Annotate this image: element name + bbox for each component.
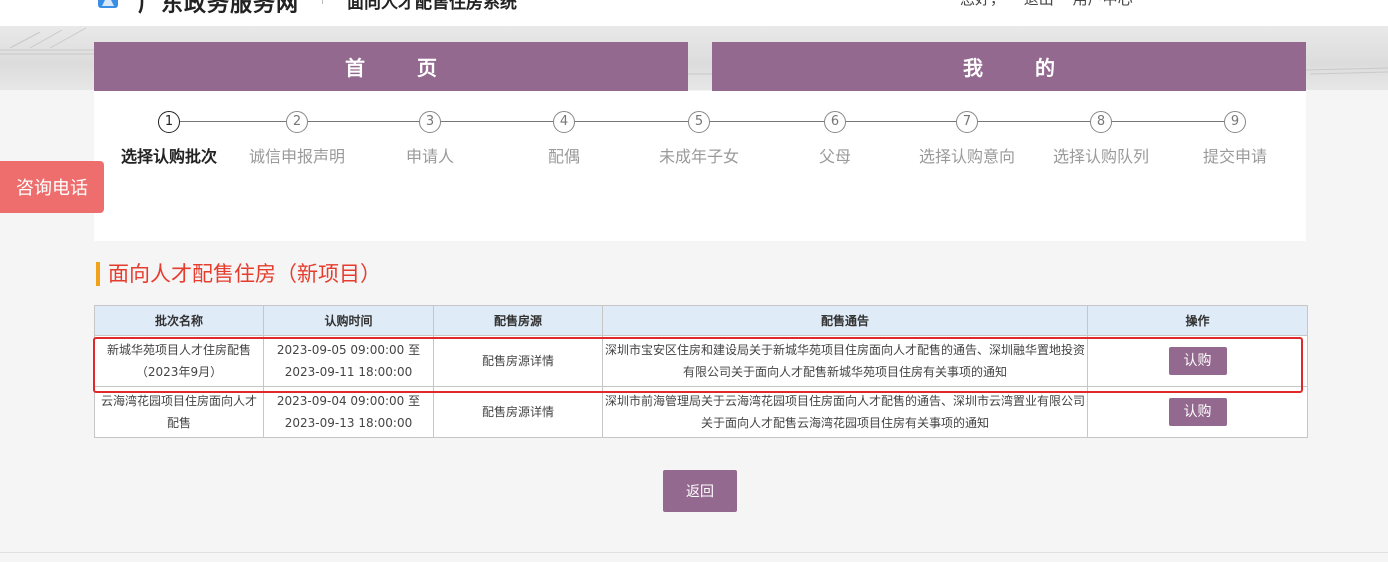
step-2: 2 诚信申报声明: [232, 111, 362, 167]
subscribe-button[interactable]: 认购: [1168, 347, 1227, 375]
source-detail-link[interactable]: 配售房源详情: [433, 386, 603, 438]
greeting-link: 您好，: [960, 0, 1005, 8]
step-3: 3 申请人: [365, 111, 495, 167]
step-label: 诚信申报声明: [248, 147, 345, 166]
step-number: 8: [1090, 111, 1112, 133]
table-header-row: 批次名称 认购时间 配售房源 配售通告 操作: [94, 305, 1308, 336]
step-label: 未成年子女: [658, 147, 739, 166]
action-cell: 认购: [1087, 335, 1308, 387]
step-number: 5: [688, 111, 710, 133]
logo-icon: [98, 0, 118, 8]
step-number: 6: [824, 111, 846, 133]
top-header: 广东政务服务网 面向人才配售住房系统 您好， 退出 用户中心: [0, 0, 1388, 26]
step-4: 4 配偶: [499, 111, 629, 167]
step-number: 2: [286, 111, 308, 133]
purchase-time: 2023-09-05 09:00:00 至 2023-09-11 18:00:0…: [263, 335, 434, 387]
step-8: 8 选择认购队列: [1036, 111, 1166, 167]
steps-panel: 1 选择认购批次 2 诚信申报声明 3 申请人 4 配偶 5 未成年子女 6 父…: [94, 91, 1306, 241]
system-name: 面向人才配售住房系统: [347, 0, 517, 13]
batch-name: 新城华苑项目人才住房配售（2023年9月）: [94, 335, 264, 387]
consult-phone-tab[interactable]: 咨询电话: [0, 161, 104, 213]
user-center-link[interactable]: 用户中心: [1073, 0, 1133, 8]
col-header-batch-name: 批次名称: [94, 305, 264, 336]
step-label: 选择认购队列: [1052, 147, 1149, 166]
back-button[interactable]: 返回: [663, 470, 737, 512]
col-header-source: 配售房源: [433, 305, 603, 336]
step-number: 9: [1224, 111, 1246, 133]
notice-link[interactable]: 深圳市前海管理局关于云海湾花园项目住房面向人才配售的通告、深圳市云湾置业有限公司…: [602, 386, 1088, 438]
logout-link[interactable]: 退出: [1024, 0, 1054, 8]
nav-mine-char-2: 的: [1035, 56, 1055, 80]
step-label: 提交申请: [1202, 147, 1267, 166]
step-number: 7: [956, 111, 978, 133]
nav-mine-char-1: 我: [963, 56, 983, 80]
step-5: 5 未成年子女: [634, 111, 764, 167]
table-row: 新城华苑项目人才住房配售（2023年9月） 2023-09-05 09:00:0…: [94, 335, 1308, 387]
purchase-time: 2023-09-04 09:00:00 至 2023-09-13 18:00:0…: [263, 386, 434, 438]
col-header-action: 操作: [1087, 305, 1308, 336]
nav-mine[interactable]: 我 的: [712, 42, 1306, 91]
nav-home[interactable]: 首 页: [94, 42, 688, 91]
section-title: 面向人才配售住房（新项目）: [96, 262, 381, 286]
nav-home-char-1: 首: [345, 56, 365, 80]
source-detail-link[interactable]: 配售房源详情: [433, 335, 603, 387]
step-label: 选择认购批次: [120, 147, 217, 166]
step-label: 选择认购意向: [918, 147, 1015, 166]
step-label: 申请人: [405, 147, 454, 166]
title-divider: [322, 0, 323, 4]
notice-link[interactable]: 深圳市宝安区住房和建设局关于新城华苑项目住房面向人才配售的通告、深圳融华置地投资…: [602, 335, 1088, 387]
footer-divider: [0, 552, 1388, 553]
step-1: 1 选择认购批次: [104, 111, 234, 167]
top-links: 您好， 退出 用户中心: [960, 0, 1147, 9]
step-label: 父母: [818, 147, 851, 166]
step-number: 4: [553, 111, 575, 133]
step-label: 配偶: [547, 147, 580, 166]
action-cell: 认购: [1087, 386, 1308, 438]
batch-name: 云海湾花园项目住房面向人才配售: [94, 386, 264, 438]
site-title[interactable]: 广东政务服务网: [138, 0, 299, 18]
step-9: 9 提交申请: [1170, 111, 1300, 167]
nav-home-char-2: 页: [417, 56, 437, 80]
step-7: 7 选择认购意向: [902, 111, 1032, 167]
step-number: 1: [158, 111, 180, 133]
step-number: 3: [419, 111, 441, 133]
step-6: 6 父母: [770, 111, 900, 167]
col-header-time: 认购时间: [263, 305, 434, 336]
subscribe-button[interactable]: 认购: [1168, 398, 1227, 426]
table-row: 云海湾花园项目住房面向人才配售 2023-09-04 09:00:00 至 20…: [94, 386, 1308, 438]
col-header-notice: 配售通告: [602, 305, 1088, 336]
batch-table: 批次名称 认购时间 配售房源 配售通告 操作 新城华苑项目人才住房配售（2023…: [94, 305, 1308, 438]
